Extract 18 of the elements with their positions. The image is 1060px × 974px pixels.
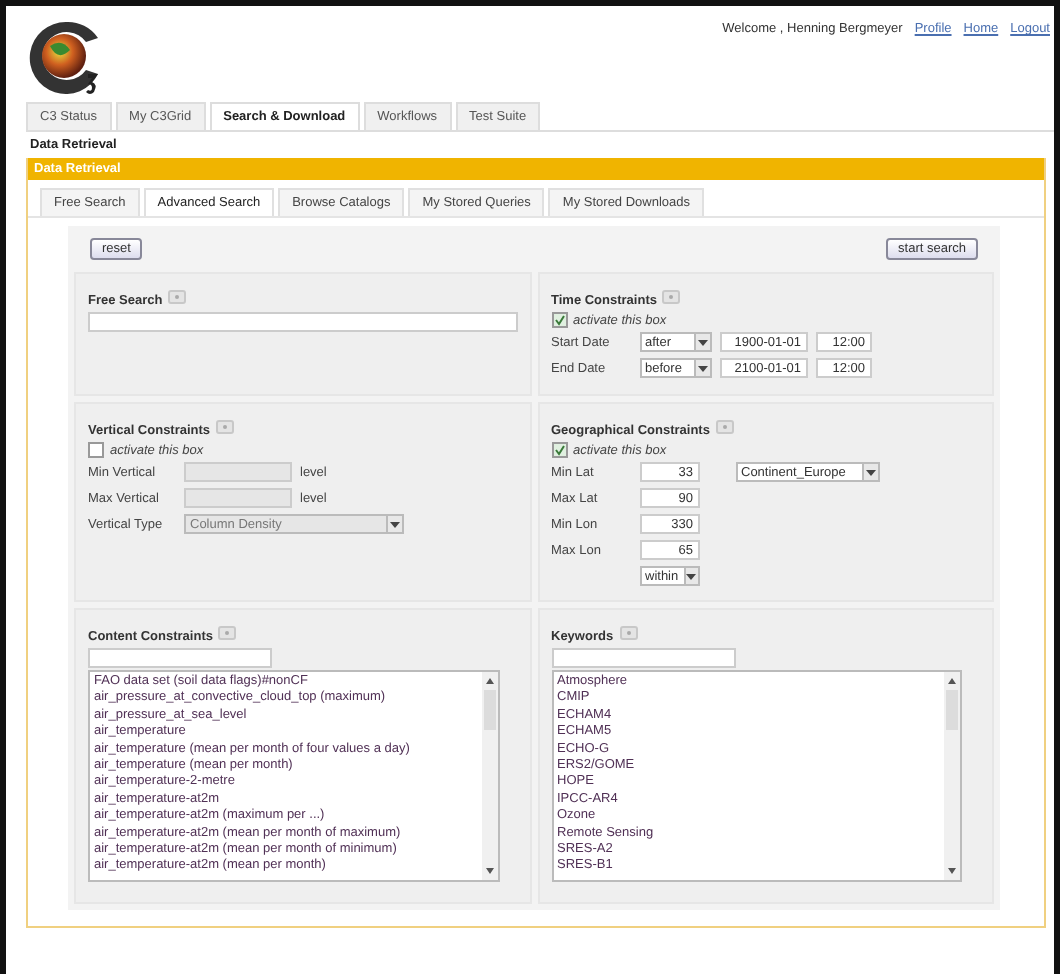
help-icon xyxy=(662,290,681,304)
dropdown-arrow-icon xyxy=(686,573,697,579)
help-icon xyxy=(218,626,237,640)
checkbox[interactable] xyxy=(551,442,567,458)
help-icon xyxy=(715,420,734,434)
checkbox[interactable] xyxy=(551,312,567,328)
help-icon xyxy=(168,290,187,304)
check-icon xyxy=(553,314,565,326)
search-field[interactable] xyxy=(88,312,517,332)
dropdown-arrow-icon xyxy=(697,365,707,371)
dropdown-arrow-icon xyxy=(697,339,707,345)
help-icon xyxy=(619,626,638,640)
dropdown-arrow-icon xyxy=(865,469,875,475)
filter-field[interactable] xyxy=(88,648,272,668)
help-icon xyxy=(216,420,235,434)
dropdown-arrow-icon xyxy=(390,521,400,527)
filter-field[interactable] xyxy=(551,648,735,668)
check-icon xyxy=(553,444,565,456)
